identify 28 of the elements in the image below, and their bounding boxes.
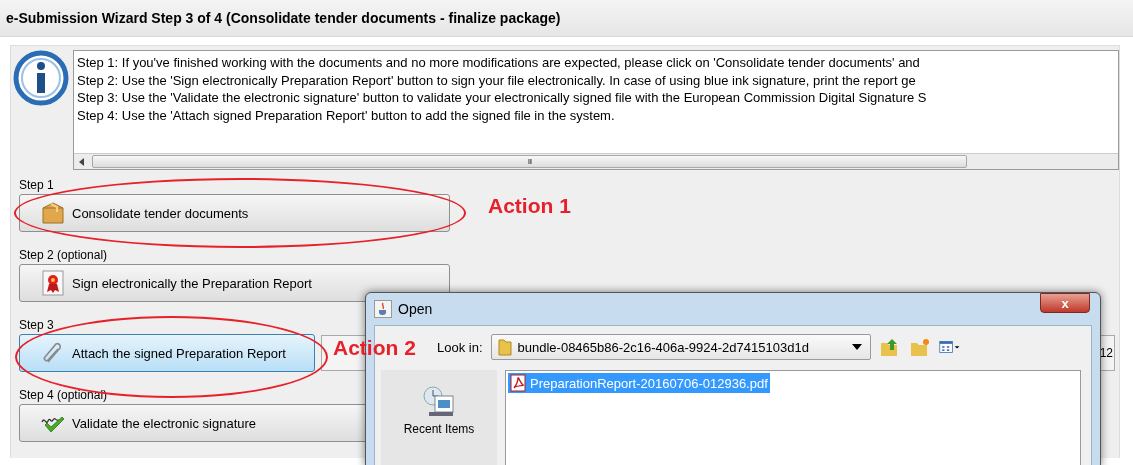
- instruction-line: Step 2: Use the 'Sign electronically Preparation Report' button to sign your file electronically. In case of using blue ink signature, print the report ge: [77, 71, 916, 89]
- step-label: Step 4 (optional): [19, 388, 108, 402]
- instruction-line: Step 3: Use the 'Validate the electronic signature' button to validate your electronically signed file with the European Commission Digital Signature S: [77, 89, 927, 107]
- pdf-icon: [510, 374, 526, 392]
- folder-icon: [497, 338, 512, 356]
- step-label: Step 2 (optional): [19, 248, 108, 262]
- column-value: 12: [1099, 346, 1113, 360]
- window-title: e-Submission Wizard Step 3 of 4 (Consolidate tender documents - finalize package): [0, 0, 1133, 37]
- scrollbar-thumb[interactable]: III: [92, 155, 967, 168]
- annotation-label: Action 1: [488, 194, 571, 218]
- caret-icon: [851, 344, 862, 350]
- info-icon: [13, 50, 69, 106]
- instruction-line: Step 4: Use the 'Attach signed Preparation Report' button to add the signed file in the system.: [77, 106, 615, 124]
- scroll-left-icon[interactable]: [78, 156, 86, 167]
- step-label: Step 3: [19, 318, 54, 332]
- instructions-text-area[interactable]: [73, 50, 1119, 170]
- certificate-icon: [40, 270, 66, 296]
- step-button[interactable]: Attach the signed Preparation Report: [19, 334, 315, 372]
- close-button[interactable]: x: [1040, 293, 1090, 313]
- cup-icon: [374, 300, 392, 318]
- box-icon: [40, 200, 66, 226]
- instruction-line: Step 1: If you've finished working with the documents and no more modifications are expected, please click on 'Consolidate tender documents' and: [77, 54, 920, 72]
- dialog-title: Open: [398, 301, 433, 317]
- step-button[interactable]: Sign electronically the Preparation Report: [19, 264, 450, 302]
- step-button[interactable]: Consolidate tender documents: [19, 194, 450, 232]
- step-label: Step 1: [19, 178, 54, 192]
- look-in-dropdown[interactable]: bundle-08465b86-2c16-406a-9924-2d7415103d1d: [490, 334, 871, 360]
- look-in-label: Look in:: [437, 339, 483, 355]
